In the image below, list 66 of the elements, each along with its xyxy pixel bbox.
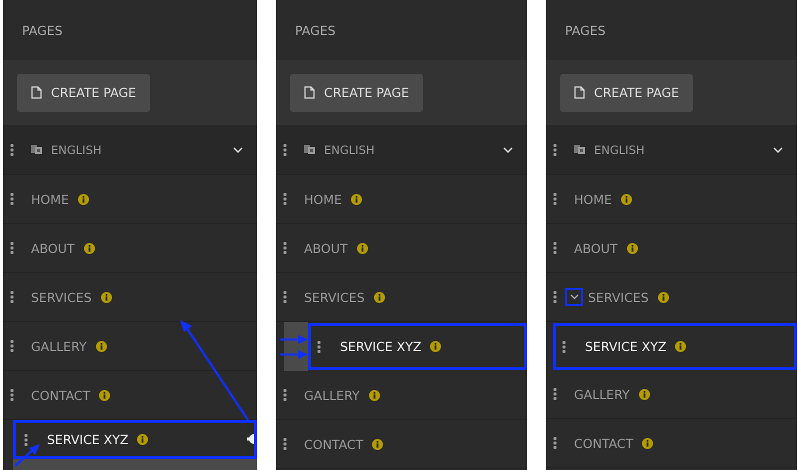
drag-handle-icon[interactable]: [10, 340, 14, 352]
document-icon: [574, 86, 585, 99]
drag-handle-icon[interactable]: [553, 437, 557, 449]
info-icon[interactable]: [626, 242, 638, 254]
document-icon: [31, 86, 42, 99]
drag-handle-icon[interactable]: [283, 389, 287, 401]
drag-handle-icon[interactable]: [24, 434, 28, 446]
drag-handle-icon[interactable]: [10, 389, 14, 401]
page-item[interactable]: SERVICE XYZ: [553, 323, 797, 370]
language-label: ENGLISH: [594, 142, 645, 156]
expand-toggle[interactable]: [565, 288, 583, 306]
panel-title: PAGES: [295, 22, 336, 38]
panel-title: PAGES: [22, 22, 63, 38]
info-icon[interactable]: [137, 434, 148, 445]
info-icon[interactable]: [658, 292, 669, 302]
drag-handle-icon[interactable]: [283, 438, 287, 450]
arrow-annotation: [280, 350, 308, 359]
drag-handle-icon[interactable]: [553, 291, 557, 303]
info-icon[interactable]: [356, 242, 368, 254]
info-icon[interactable]: [642, 438, 654, 448]
drag-handle-icon[interactable]: [553, 388, 557, 400]
language-icon: [574, 144, 585, 155]
language-icon: [31, 144, 42, 155]
arrow-annotation: [280, 335, 308, 344]
chevron-down-icon[interactable]: [503, 146, 513, 152]
info-icon[interactable]: [430, 341, 442, 352]
info-icon[interactable]: [368, 390, 380, 400]
gear-icon[interactable]: [247, 433, 254, 445]
drag-handle-icon[interactable]: [317, 340, 321, 352]
drag-handle-icon[interactable]: [562, 340, 566, 352]
drag-handle-icon[interactable]: [553, 144, 557, 156]
create-page-button[interactable]: CREATE PAGE: [17, 74, 150, 112]
create-page-button[interactable]: CREATE PAGE: [560, 74, 694, 112]
language-label: ENGLISH: [51, 142, 102, 156]
drag-handle-icon[interactable]: [10, 144, 14, 156]
drag-handle-icon[interactable]: [283, 144, 287, 156]
language-label: ENGLISH: [324, 142, 375, 156]
drag-handle-icon[interactable]: [10, 193, 14, 205]
drag-handle-icon[interactable]: [10, 242, 14, 254]
info-icon[interactable]: [96, 340, 107, 352]
info-icon[interactable]: [638, 388, 650, 400]
drag-handle-icon[interactable]: [10, 291, 14, 303]
info-icon[interactable]: [374, 292, 385, 302]
info-icon[interactable]: [675, 341, 686, 352]
drag-handle-icon[interactable]: [283, 193, 287, 205]
chevron-down-icon[interactable]: [773, 146, 783, 152]
panel-title: PAGES: [565, 22, 606, 38]
dragged-page-item[interactable]: SERVICE XYZ: [13, 420, 257, 459]
drag-handle-icon[interactable]: [283, 242, 287, 254]
drag-handle-icon[interactable]: [553, 242, 557, 254]
drag-handle-icon[interactable]: [553, 193, 557, 205]
drag-handle-icon[interactable]: [283, 291, 287, 303]
info-icon[interactable]: [372, 438, 384, 450]
info-icon[interactable]: [99, 390, 110, 400]
language-icon: [304, 144, 315, 155]
chevron-down-icon: [570, 294, 578, 300]
info-icon[interactable]: [84, 242, 95, 254]
page-item[interactable]: SERVICE XYZ: [308, 323, 527, 370]
create-page-button[interactable]: CREATE PAGE: [290, 74, 424, 112]
document-icon: [304, 86, 315, 99]
info-icon[interactable]: [350, 194, 362, 204]
arrow-annotation: [13, 442, 41, 468]
info-icon[interactable]: [78, 194, 89, 204]
info-icon[interactable]: [100, 292, 112, 302]
chevron-down-icon[interactable]: [233, 146, 243, 152]
info-icon[interactable]: [620, 194, 632, 204]
